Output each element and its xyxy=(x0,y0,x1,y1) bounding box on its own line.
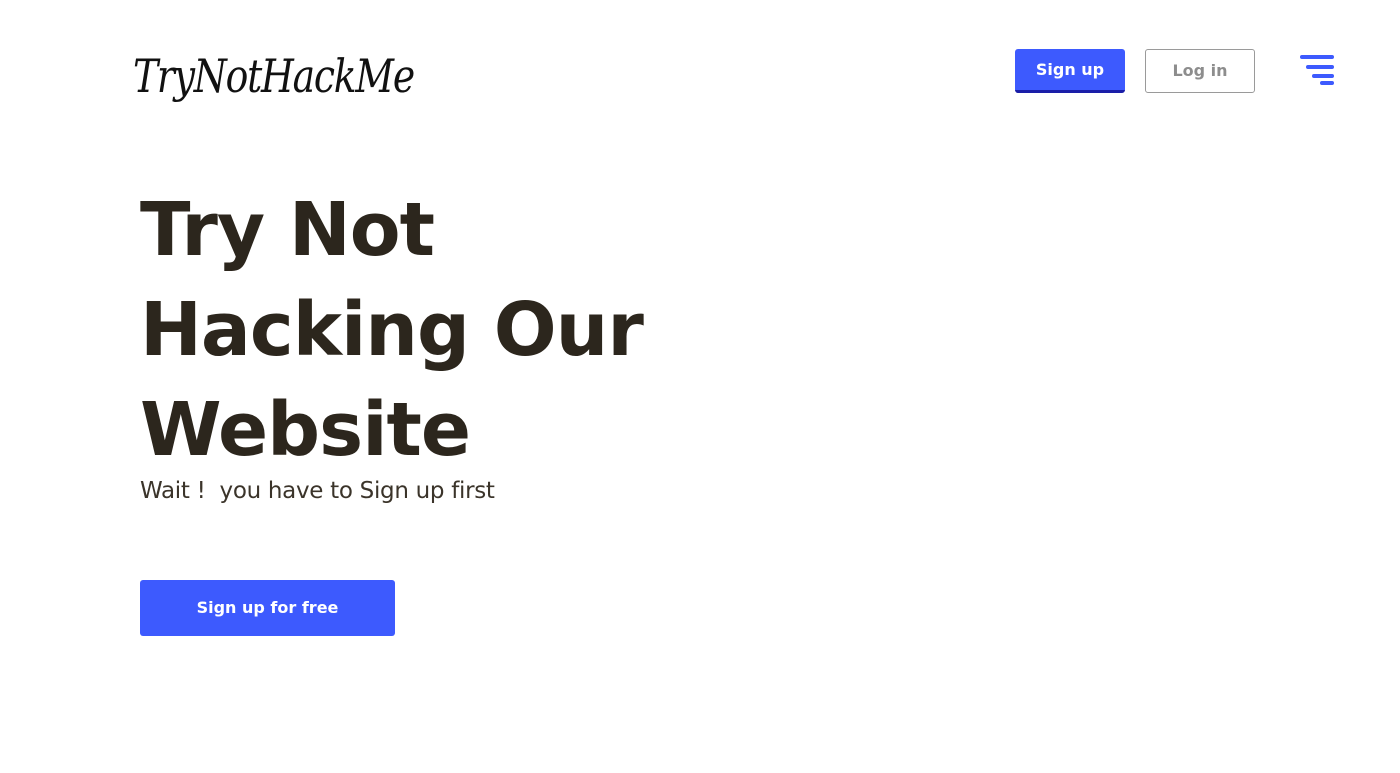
login-button[interactable]: Log in xyxy=(1145,49,1255,93)
hero-title-line-2: Hacking Our xyxy=(140,287,644,373)
hamburger-menu-icon[interactable] xyxy=(1298,53,1336,87)
hero-title-line-1: Try Not xyxy=(140,187,435,273)
hero-subtitle: Wait ! you have to Sign up first xyxy=(140,478,495,504)
signup-free-button[interactable]: Sign up for free xyxy=(140,580,395,636)
hero-title-line-3: Website xyxy=(140,387,471,473)
signup-button[interactable]: Sign up xyxy=(1015,49,1125,93)
site-logo[interactable]: TryNotHackMe xyxy=(133,44,415,108)
hero-title: Try Not Hacking Our Website xyxy=(140,180,644,480)
